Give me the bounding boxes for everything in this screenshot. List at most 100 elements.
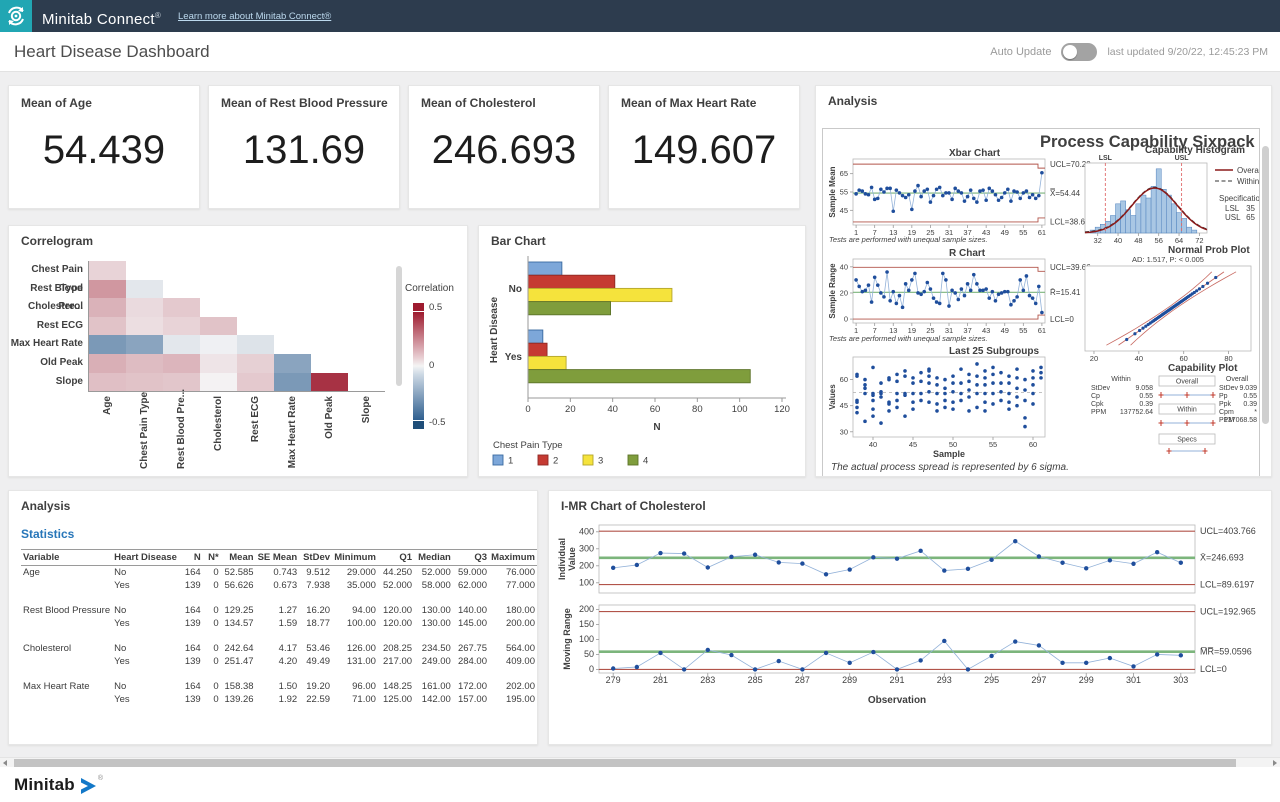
correlogram-cell xyxy=(126,373,163,392)
correlogram-col-label: Cholesterol xyxy=(213,396,224,469)
svg-text:285: 285 xyxy=(748,675,763,685)
stats-row: AgeNo164052.5850.7439.51229.00044.25052.… xyxy=(21,566,537,580)
svg-text:LSL: LSL xyxy=(1225,204,1240,213)
svg-text:40: 40 xyxy=(869,440,877,449)
colorbar-tick: 0.5 xyxy=(429,302,442,313)
statistics-heading[interactable]: Statistics xyxy=(21,527,74,541)
correlogram-cell xyxy=(163,335,200,354)
svg-text:295: 295 xyxy=(984,675,999,685)
panel-title: Analysis xyxy=(828,94,877,108)
correlogram-cell xyxy=(274,373,311,392)
kpi-label: Mean of Max Heart Rate xyxy=(621,96,756,110)
svg-text:283: 283 xyxy=(700,675,715,685)
svg-text:55: 55 xyxy=(1019,228,1027,237)
sixpack-scrollbar[interactable] xyxy=(1262,90,1269,474)
kpi-value: 131.69 xyxy=(209,128,399,173)
svg-text:UCL=403.766: UCL=403.766 xyxy=(1200,526,1256,536)
scroll-right-icon[interactable] xyxy=(1273,760,1277,766)
kpi-value: 54.439 xyxy=(9,128,199,173)
x-axis xyxy=(89,391,385,392)
svg-text:48: 48 xyxy=(1134,236,1142,245)
correlogram-cell xyxy=(163,298,200,317)
scroll-left-icon[interactable] xyxy=(3,760,7,766)
svg-text:65: 65 xyxy=(840,169,848,178)
svg-text:40: 40 xyxy=(1114,236,1122,245)
colorbar xyxy=(413,312,424,420)
correlogram-row-label: Cholesterol xyxy=(9,298,83,317)
stats-column-header: Q1 xyxy=(378,550,414,566)
toggle-knob xyxy=(1063,45,1077,59)
correlogram-cell xyxy=(200,354,237,373)
sixpack-report: Process Capability Sixpack Report for Ag… xyxy=(822,128,1260,477)
svg-text:Last 25 Subgroups: Last 25 Subgroups xyxy=(949,346,1039,357)
svg-text:297: 297 xyxy=(1031,675,1046,685)
svg-text:Cpm: Cpm xyxy=(1219,409,1234,416)
svg-text:Cp: Cp xyxy=(1091,393,1100,400)
svg-text:72: 72 xyxy=(1195,236,1203,245)
stats-row: Yes139056.6260.6737.93835.00052.00058.00… xyxy=(21,579,537,592)
svg-text:287: 287 xyxy=(795,675,810,685)
svg-text:1: 1 xyxy=(508,456,513,467)
svg-text:UCL=192.965: UCL=192.965 xyxy=(1200,606,1256,616)
svg-text:Specifications: Specifications xyxy=(1219,194,1259,203)
svg-text:3: 3 xyxy=(598,456,603,467)
svg-text:55: 55 xyxy=(1019,326,1027,335)
horizontal-scrollbar[interactable] xyxy=(0,757,1280,767)
svg-text:50: 50 xyxy=(584,649,594,659)
svg-text:299: 299 xyxy=(1079,675,1094,685)
last-updated-text: last updated 9/20/22, 12:45:23 PM xyxy=(1107,46,1268,58)
svg-text:Tests are performed with unequ: Tests are performed with unequal sample … xyxy=(829,235,988,244)
correlogram-scrollbar[interactable] xyxy=(396,266,402,386)
minitab-connect-logo-icon[interactable] xyxy=(0,0,32,32)
svg-text:LSL: LSL xyxy=(1099,155,1113,162)
correlogram-panel: Correlogram Chest Pain TypeRest Blood Pr… xyxy=(8,225,468,477)
stats-column-header: SE Mean xyxy=(256,550,300,566)
svg-text:Ppk: Ppk xyxy=(1219,401,1232,408)
svg-text:60: 60 xyxy=(1029,440,1037,449)
svg-text:40: 40 xyxy=(840,262,848,271)
svg-text:289: 289 xyxy=(842,675,857,685)
svg-text:2: 2 xyxy=(553,456,558,467)
svg-text:Xbar Chart: Xbar Chart xyxy=(949,148,1001,159)
svg-text:Value: Value xyxy=(567,547,577,571)
correlogram-cell xyxy=(89,280,126,299)
stats-column-header: N* xyxy=(203,550,221,566)
svg-text:279: 279 xyxy=(606,675,621,685)
svg-text:StDev: StDev xyxy=(1219,385,1239,392)
correlogram-cell xyxy=(126,335,163,354)
minitab-chevron-icon xyxy=(79,777,98,795)
correlogram-row-label: Old Peak xyxy=(9,354,83,373)
correlogram-cell xyxy=(200,317,237,336)
learn-more-link[interactable]: Learn more about Minitab Connect® xyxy=(178,0,331,32)
correlogram-cell xyxy=(89,335,126,354)
correlogram-cell xyxy=(237,354,274,373)
svg-text:Overall: Overall xyxy=(1237,166,1259,175)
auto-update-toggle[interactable] xyxy=(1061,43,1097,61)
imr-chart: 100200300400UCL=403.766X̄=246.693LCL=89.… xyxy=(553,517,1271,745)
svg-text:100: 100 xyxy=(579,634,594,644)
kpi-value: 149.607 xyxy=(609,128,799,173)
correlogram-row-label: Rest ECG xyxy=(9,317,83,336)
stats-column-header: Maximum xyxy=(489,550,537,566)
svg-text:Overall: Overall xyxy=(1226,376,1249,383)
svg-text:PPM: PPM xyxy=(1091,409,1106,416)
stats-column-header: N xyxy=(179,550,203,566)
stats-row: CholesterolNo1640242.644.1753.46126.0020… xyxy=(21,642,537,655)
stats-column-header: Minimum xyxy=(332,550,378,566)
scrollbar-thumb[interactable] xyxy=(14,759,1236,767)
correlogram-cell xyxy=(126,354,163,373)
svg-text:137068.58: 137068.58 xyxy=(1224,417,1257,424)
correlogram-cell xyxy=(163,317,200,336)
svg-text:49: 49 xyxy=(1001,228,1009,237)
kpi-card-mean-cholesterol: Mean of Cholesterol 246.693 xyxy=(408,85,600,209)
stats-row: Yes1390251.474.2049.49131.00217.00249.00… xyxy=(21,655,537,668)
svg-text:4: 4 xyxy=(643,456,648,467)
svg-text:100: 100 xyxy=(579,577,594,587)
stats-column-header: Variable xyxy=(21,550,112,566)
svg-text:40: 40 xyxy=(1135,354,1143,363)
correlogram-col-label: Old Peak xyxy=(324,396,335,469)
scrollbar-thumb[interactable] xyxy=(1262,146,1269,424)
dashboard-body: Mean of Age 54.439 Mean of Rest Blood Pr… xyxy=(0,72,1280,757)
stats-column-header: Q3 xyxy=(453,550,489,566)
page-header: Heart Disease Dashboard Auto Update last… xyxy=(0,32,1280,72)
